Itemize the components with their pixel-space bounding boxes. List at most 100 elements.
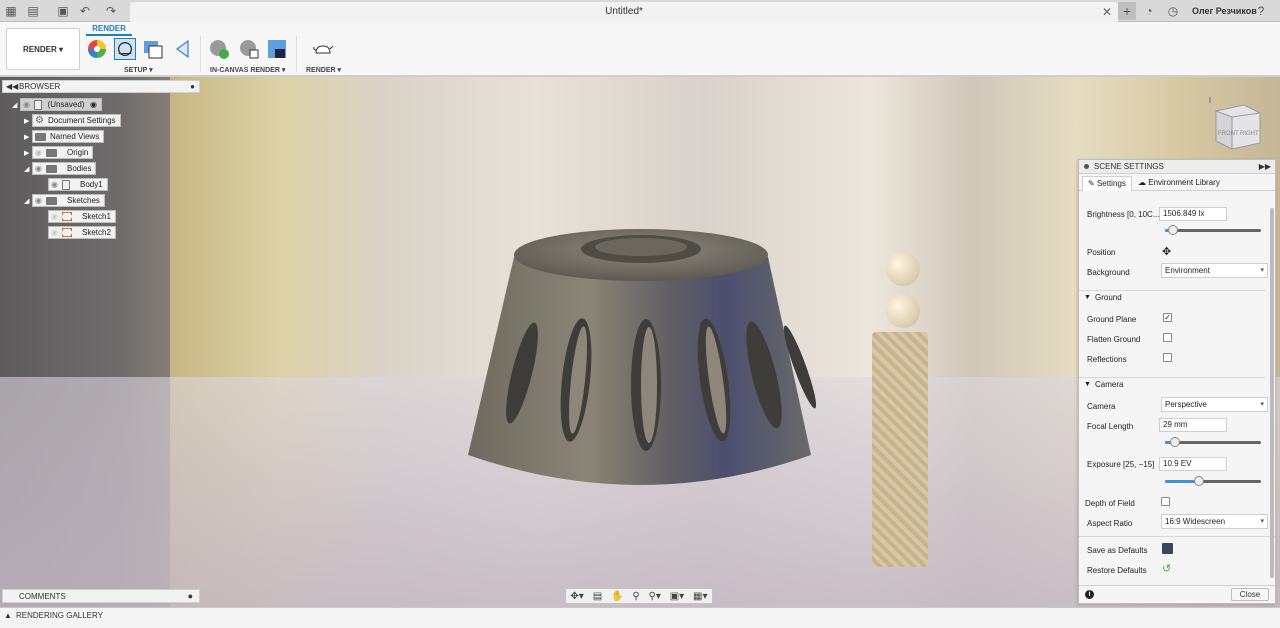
tree-item-bodies[interactable]: ◢ ◉ Bodies (24, 162, 97, 175)
reflections-checkbox[interactable] (1163, 353, 1172, 362)
tree-node[interactable]: Named Views (32, 130, 105, 143)
expand-panel-icon[interactable]: ▶▶ (1259, 160, 1271, 174)
rendered-model[interactable] (466, 225, 816, 505)
focal-length-input[interactable]: 29 mm (1159, 418, 1227, 432)
comments-panel[interactable]: COMMENTS ● (2, 589, 200, 603)
tree-item-body1[interactable]: ◉ Body1 (48, 178, 108, 191)
brightness-input[interactable]: 1506.849 lx (1159, 207, 1227, 221)
move-icon[interactable]: ✥ (1162, 245, 1171, 258)
exposure-slider[interactable] (1165, 476, 1261, 486)
help-icon[interactable]: ? (1254, 4, 1268, 18)
tree-node[interactable]: ◉ Origin (32, 146, 94, 159)
visibility-eye-icon[interactable]: ◉ (51, 179, 58, 190)
rendering-gallery-bar[interactable]: ▲ RENDERING GALLERY (0, 607, 1280, 628)
tree-item-sketches[interactable]: ◢ ◉ Sketches (24, 194, 105, 207)
capture-image-icon[interactable] (266, 38, 288, 60)
background-select[interactable]: Environment ▾ (1161, 263, 1268, 278)
tab-render[interactable]: RENDER (86, 24, 132, 36)
document-tab[interactable]: Untitled* ✕ (130, 2, 1118, 22)
tree-node[interactable]: ◉ (Unsaved) ◉ (20, 98, 102, 111)
scene-settings-header[interactable]: SCENE SETTINGS ▶▶ (1079, 160, 1275, 174)
brightness-slider-knob[interactable] (1167, 225, 1178, 235)
focal-length-slider-knob[interactable] (1169, 437, 1180, 447)
tree-node[interactable]: ◉ Sketches (32, 194, 105, 207)
zoom-icon[interactable]: ⚲ (632, 591, 639, 602)
tree-node[interactable]: ◉ Body1 (48, 178, 108, 191)
save-icon[interactable]: ▣ (56, 4, 70, 18)
expand-arrow-icon[interactable]: ▶ (24, 149, 32, 157)
ground-section-header[interactable]: ▼ Ground (1079, 290, 1265, 305)
restore-defaults-icon[interactable]: ↺ (1162, 562, 1171, 575)
tree-item-named-views[interactable]: ▶ Named Views (24, 130, 105, 143)
visibility-eye-icon[interactable]: ◉ (35, 195, 42, 206)
new-tab-button[interactable]: + (1118, 2, 1136, 20)
tree-item-origin[interactable]: ▶ ◉ Origin (24, 146, 94, 159)
flatten-ground-checkbox[interactable] (1163, 333, 1172, 342)
activate-radio-icon[interactable]: ◉ (90, 99, 97, 110)
collapse-arrow-icon[interactable]: ◢ (24, 165, 32, 173)
job-status-icon[interactable]: ◔ (1142, 4, 1156, 18)
visibility-eye-icon[interactable]: ◉ (35, 163, 42, 174)
redo-icon[interactable]: ↷ (104, 4, 118, 18)
fit-icon[interactable]: ⚲▾ (649, 591, 661, 602)
close-tab-icon[interactable]: ✕ (1102, 5, 1112, 19)
look-at-icon[interactable]: ▤ (593, 591, 602, 602)
browser-root[interactable]: ◢ ◉ (Unsaved) ◉ (12, 98, 102, 111)
expand-arrow-icon[interactable]: ▲ (4, 608, 12, 624)
workspace-switcher-button[interactable]: RENDER ▾ (6, 28, 80, 70)
save-defaults-icon[interactable] (1162, 543, 1173, 554)
tree-item-document-settings[interactable]: ▶ ⚙ Document Settings (24, 114, 121, 127)
scene-settings-scrollbar[interactable] (1270, 208, 1274, 578)
info-icon[interactable]: i (1085, 590, 1094, 599)
render-teapot-icon[interactable] (312, 38, 334, 60)
display-settings-icon[interactable]: ▣▾ (670, 591, 684, 602)
undo-icon[interactable]: ↶ (78, 4, 92, 18)
visibility-eye-icon[interactable]: ◉ (51, 211, 58, 222)
collapse-arrow-icon[interactable]: ▼ (1084, 378, 1091, 392)
app-grid-icon[interactable]: ▦ (4, 4, 18, 18)
tab-environment-library[interactable]: ☁ Environment Library (1133, 176, 1225, 191)
close-button[interactable]: Close (1231, 588, 1269, 601)
expand-arrow-icon[interactable]: ▶ (24, 117, 32, 125)
camera-section-header[interactable]: ▼ Camera (1079, 377, 1265, 392)
tree-node[interactable]: ◉ Sketch2 (48, 226, 116, 239)
visibility-eye-icon[interactable]: ◉ (51, 227, 58, 238)
browser-header[interactable]: ◀◀ BROWSER ● (2, 80, 200, 93)
expand-arrow-icon[interactable]: ▶ (24, 133, 32, 141)
focal-length-slider[interactable] (1165, 437, 1261, 447)
exposure-input[interactable]: 10.9 EV (1159, 457, 1227, 471)
add-comment-icon[interactable]: ● (188, 590, 193, 603)
aspect-ratio-select[interactable]: 16:9 Widescreen ▾ (1161, 514, 1268, 529)
pin-icon[interactable]: ● (190, 81, 195, 93)
texture-map-icon[interactable] (142, 38, 164, 60)
notifications-icon[interactable]: ◷ (1166, 4, 1180, 18)
tree-node[interactable]: ◉ Bodies (32, 162, 97, 175)
depth-of-field-checkbox[interactable] (1161, 497, 1170, 506)
pan-hand-icon[interactable]: ✋ (611, 591, 623, 602)
exposure-slider-knob[interactable] (1193, 476, 1204, 486)
setup-group-label[interactable]: SETUP ▾ (124, 66, 153, 74)
tree-item-sketch2[interactable]: ◉ Sketch2 (48, 226, 116, 239)
visibility-eye-icon[interactable]: ◉ (35, 147, 42, 158)
orbit-icon[interactable]: ✥▾ (570, 591, 583, 602)
collapse-arrow-icon[interactable]: ◢ (24, 197, 32, 205)
appearance-icon[interactable] (86, 38, 108, 60)
tree-node[interactable]: ⚙ Document Settings (32, 114, 121, 127)
render-group-label[interactable]: RENDER ▾ (306, 66, 341, 74)
in-canvas-settings-icon[interactable] (238, 38, 260, 60)
tree-item-sketch1[interactable]: ◉ Sketch1 (48, 210, 116, 223)
collapse-icon[interactable]: ◀◀ (6, 81, 18, 93)
collapse-arrow-icon[interactable]: ◢ (12, 101, 20, 109)
visibility-eye-icon[interactable]: ◉ (23, 99, 30, 110)
in-canvas-render-group-label[interactable]: IN-CANVAS RENDER ▾ (210, 66, 285, 74)
file-menu-icon[interactable]: ▤ (26, 4, 40, 18)
brightness-slider[interactable] (1165, 225, 1261, 235)
user-name[interactable]: Олег Резчиков (1192, 6, 1257, 16)
view-cube[interactable]: FRONT RIGHT (1208, 95, 1264, 151)
in-canvas-render-icon[interactable] (208, 38, 230, 60)
grid-settings-icon[interactable]: ▦▾ (693, 591, 707, 602)
scene-settings-icon[interactable] (114, 38, 136, 60)
ground-plane-checkbox[interactable]: ✓ (1163, 313, 1172, 322)
tree-node[interactable]: ◉ Sketch1 (48, 210, 116, 223)
tab-settings[interactable]: ✎ Settings (1082, 176, 1132, 191)
